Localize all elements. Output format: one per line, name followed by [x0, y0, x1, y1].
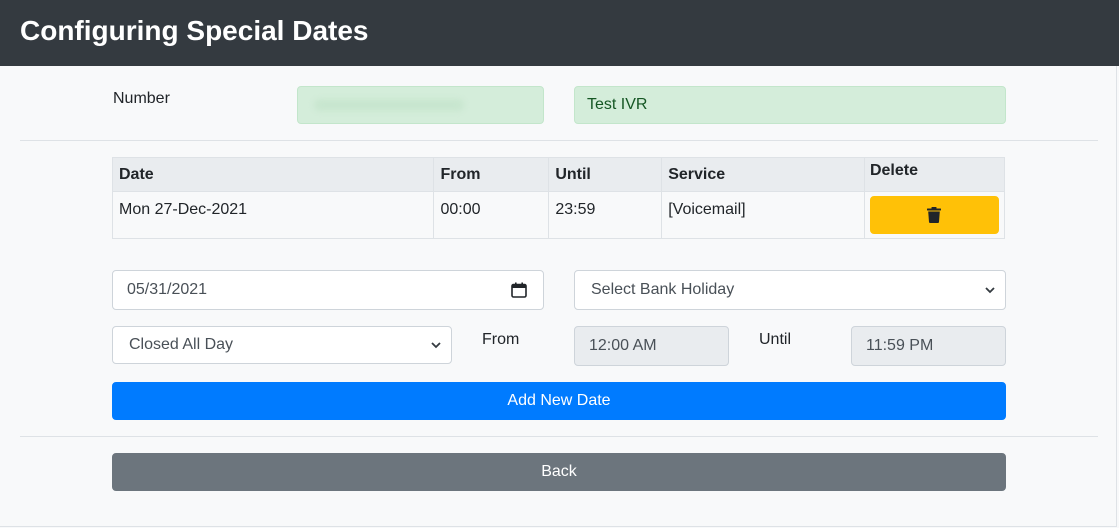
from-time-input[interactable]: 12:00 AM	[574, 326, 729, 366]
page-header: Configuring Special Dates	[0, 0, 1119, 66]
from-time-value: 12:00 AM	[589, 337, 657, 354]
delete-button[interactable]	[869, 196, 999, 234]
ivr-name-field[interactable]: Test IVR	[574, 86, 1006, 124]
table-row: Mon 27-Dec-2021 00:00 23:59 [Voicemail]	[111, 191, 1006, 239]
chevron-down-icon	[985, 287, 995, 294]
bank-holiday-select-value: Select Bank Holiday	[591, 281, 735, 298]
until-time-input[interactable]: 11:59 PM	[851, 326, 1006, 366]
divider-top	[20, 140, 1098, 141]
chevron-down-icon	[431, 342, 441, 349]
number-label: Number	[113, 90, 170, 107]
cell-delete	[863, 191, 1006, 239]
date-input[interactable]: 05/31/2021	[112, 270, 544, 310]
page-title: Configuring Special Dates	[20, 15, 369, 46]
header-date: Date	[111, 157, 435, 192]
date-input-value: 05/31/2021	[127, 281, 208, 298]
cell-date: Mon 27-Dec-2021	[111, 191, 435, 239]
number-field[interactable]	[297, 86, 544, 124]
divider-bottom	[20, 436, 1098, 437]
table-header-row: Date From Until Service Delete	[111, 157, 1006, 192]
cell-service: [Voicemail]	[661, 191, 865, 239]
header-service: Service	[661, 157, 865, 192]
trash-icon	[927, 207, 942, 223]
header-delete: Delete	[863, 157, 1006, 192]
bank-holiday-select[interactable]: Select Bank Holiday	[574, 270, 1006, 310]
add-new-date-button[interactable]: Add New Date	[112, 382, 1006, 420]
cell-from: 00:00	[433, 191, 550, 239]
header-from: From	[433, 157, 550, 192]
redacted-number	[314, 99, 464, 111]
cell-until: 23:59	[548, 191, 663, 239]
closed-select-value: Closed All Day	[129, 336, 234, 353]
back-button[interactable]: Back	[112, 453, 1006, 491]
special-dates-table: Date From Until Service Delete Mon 27-De…	[111, 157, 1006, 239]
header-until: Until	[548, 157, 663, 192]
until-label: Until	[759, 331, 792, 348]
closed-all-day-select[interactable]: Closed All Day	[112, 326, 452, 364]
calendar-icon[interactable]	[511, 282, 527, 298]
from-label: From	[482, 331, 520, 348]
until-time-value: 11:59 PM	[866, 337, 934, 354]
